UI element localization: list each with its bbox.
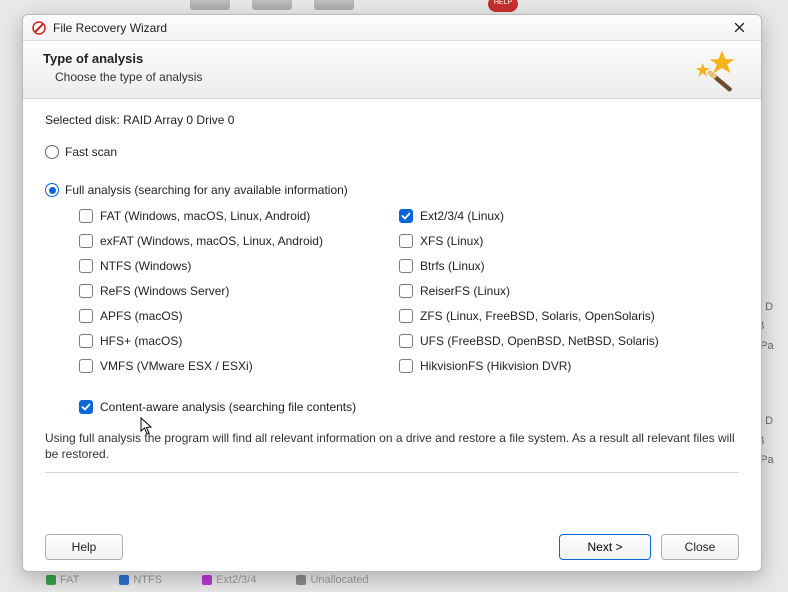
swatch-ext (202, 575, 212, 585)
checkbox-icon (399, 359, 413, 373)
legend-label: Unallocated (310, 574, 368, 586)
filesystem-checkbox-ntfs[interactable]: NTFS (Windows) (79, 253, 399, 278)
checkbox-icon (79, 259, 93, 273)
checkbox-icon (399, 334, 413, 348)
filesystem-label: FAT (Windows, macOS, Linux, Android) (100, 209, 310, 223)
selected-disk-prefix: Selected disk: (45, 113, 120, 127)
next-button[interactable]: Next > (559, 534, 651, 560)
checkbox-icon (79, 400, 93, 414)
page-subtitle: Choose the type of analysis (55, 70, 671, 84)
magic-wand-icon (687, 47, 743, 103)
filesystem-label: VMFS (VMware ESX / ESXi) (100, 359, 253, 373)
window-title: File Recovery Wizard (53, 21, 725, 35)
content-aware-label: Content-aware analysis (searching file c… (100, 400, 356, 414)
filesystem-label: Ext2/3/4 (Linux) (420, 209, 504, 223)
fast-scan-label: Fast scan (65, 145, 117, 159)
swatch-ntfs (119, 575, 129, 585)
fast-scan-radio[interactable]: Fast scan (45, 145, 739, 159)
filesystem-label: ZFS (Linux, FreeBSD, Solaris, OpenSolari… (420, 309, 655, 323)
checkbox-icon (399, 309, 413, 323)
filesystem-label: NTFS (Windows) (100, 259, 191, 273)
page-title: Type of analysis (43, 51, 671, 66)
legend-label: NTFS (133, 574, 162, 586)
close-dialog-button[interactable]: Close (661, 534, 739, 560)
checkbox-icon (399, 284, 413, 298)
filesystem-label: APFS (macOS) (100, 309, 183, 323)
bg-disk-icon (190, 0, 230, 10)
legend-label: Ext2/3/4 (216, 574, 256, 586)
filesystem-label: XFS (Linux) (420, 234, 483, 248)
filesystem-checkbox-ext[interactable]: Ext2/3/4 (Linux) (399, 203, 719, 228)
filesystem-label: HikvisionFS (Hikvision DVR) (420, 359, 571, 373)
filesystem-label: ReFS (Windows Server) (100, 284, 229, 298)
checkbox-icon (79, 334, 93, 348)
filesystem-checkbox-reiser[interactable]: ReiserFS (Linux) (399, 278, 719, 303)
filesystem-checkbox-exfat[interactable]: exFAT (Windows, macOS, Linux, Android) (79, 228, 399, 253)
filesystem-label: UFS (FreeBSD, OpenBSD, NetBSD, Solaris) (420, 334, 659, 348)
filesystem-column-left: FAT (Windows, macOS, Linux, Android) exFA… (79, 203, 399, 378)
checkbox-icon (79, 209, 93, 223)
full-analysis-label: Full analysis (searching for any availab… (65, 183, 348, 197)
bg-help-button: HELP (488, 0, 518, 12)
filesystem-checkbox-apfs[interactable]: APFS (macOS) (79, 303, 399, 328)
selected-disk-label: Selected disk: RAID Array 0 Drive 0 (45, 113, 739, 127)
radio-icon (45, 183, 59, 197)
background-legend: FAT NTFS Ext2/3/4 Unallocated (46, 574, 369, 586)
filesystem-checkbox-fat[interactable]: FAT (Windows, macOS, Linux, Android) (79, 203, 399, 228)
filesystem-checkbox-vmfs[interactable]: VMFS (VMware ESX / ESXi) (79, 353, 399, 378)
wizard-header: Type of analysis Choose the type of anal… (23, 41, 761, 99)
checkbox-icon (399, 259, 413, 273)
titlebar: File Recovery Wizard (23, 15, 761, 41)
filesystem-checkbox-xfs[interactable]: XFS (Linux) (399, 228, 719, 253)
filesystem-checkbox-refs[interactable]: ReFS (Windows Server) (79, 278, 399, 303)
close-button[interactable] (725, 18, 753, 38)
checkbox-icon (79, 234, 93, 248)
bg-disk-icon (314, 0, 354, 10)
filesystem-checkbox-hfs[interactable]: HFS+ (macOS) (79, 328, 399, 353)
bg-disk-icon (252, 0, 292, 10)
checkbox-icon (399, 234, 413, 248)
filesystem-checkbox-hikfs[interactable]: HikvisionFS (Hikvision DVR) (399, 353, 719, 378)
filesystem-checkbox-zfs[interactable]: ZFS (Linux, FreeBSD, Solaris, OpenSolari… (399, 303, 719, 328)
filesystem-grid: FAT (Windows, macOS, Linux, Android) exFA… (79, 203, 739, 378)
filesystem-checkbox-btrfs[interactable]: Btrfs (Linux) (399, 253, 719, 278)
swatch-fat (46, 575, 56, 585)
filesystem-label: ReiserFS (Linux) (420, 284, 510, 298)
filesystem-label: HFS+ (macOS) (100, 334, 182, 348)
close-icon (734, 22, 745, 33)
app-icon (31, 20, 47, 36)
checkbox-icon (79, 309, 93, 323)
button-bar: Help Next > Close (23, 523, 761, 571)
filesystem-label: exFAT (Windows, macOS, Linux, Android) (100, 234, 323, 248)
legend-label: FAT (60, 574, 79, 586)
separator (45, 472, 739, 473)
analysis-description: Using full analysis the program will fin… (45, 430, 739, 462)
filesystem-label: Btrfs (Linux) (420, 259, 485, 273)
wizard-content: Selected disk: RAID Array 0 Drive 0 Fast… (23, 99, 761, 523)
help-button[interactable]: Help (45, 534, 123, 560)
selected-disk-value: RAID Array 0 Drive 0 (123, 113, 234, 127)
filesystem-column-right: Ext2/3/4 (Linux) XFS (Linux) Btrfs (Linux)… (399, 203, 719, 378)
checkbox-icon (79, 284, 93, 298)
checkbox-icon (79, 359, 93, 373)
filesystem-checkbox-ufs[interactable]: UFS (FreeBSD, OpenBSD, NetBSD, Solaris) (399, 328, 719, 353)
swatch-unallocated (296, 575, 306, 585)
content-aware-checkbox[interactable]: Content-aware analysis (searching file c… (79, 400, 739, 414)
file-recovery-wizard-dialog: File Recovery Wizard Type of analysis Ch… (22, 14, 762, 572)
radio-icon (45, 145, 59, 159)
full-analysis-radio[interactable]: Full analysis (searching for any availab… (45, 183, 739, 197)
checkbox-icon (399, 209, 413, 223)
